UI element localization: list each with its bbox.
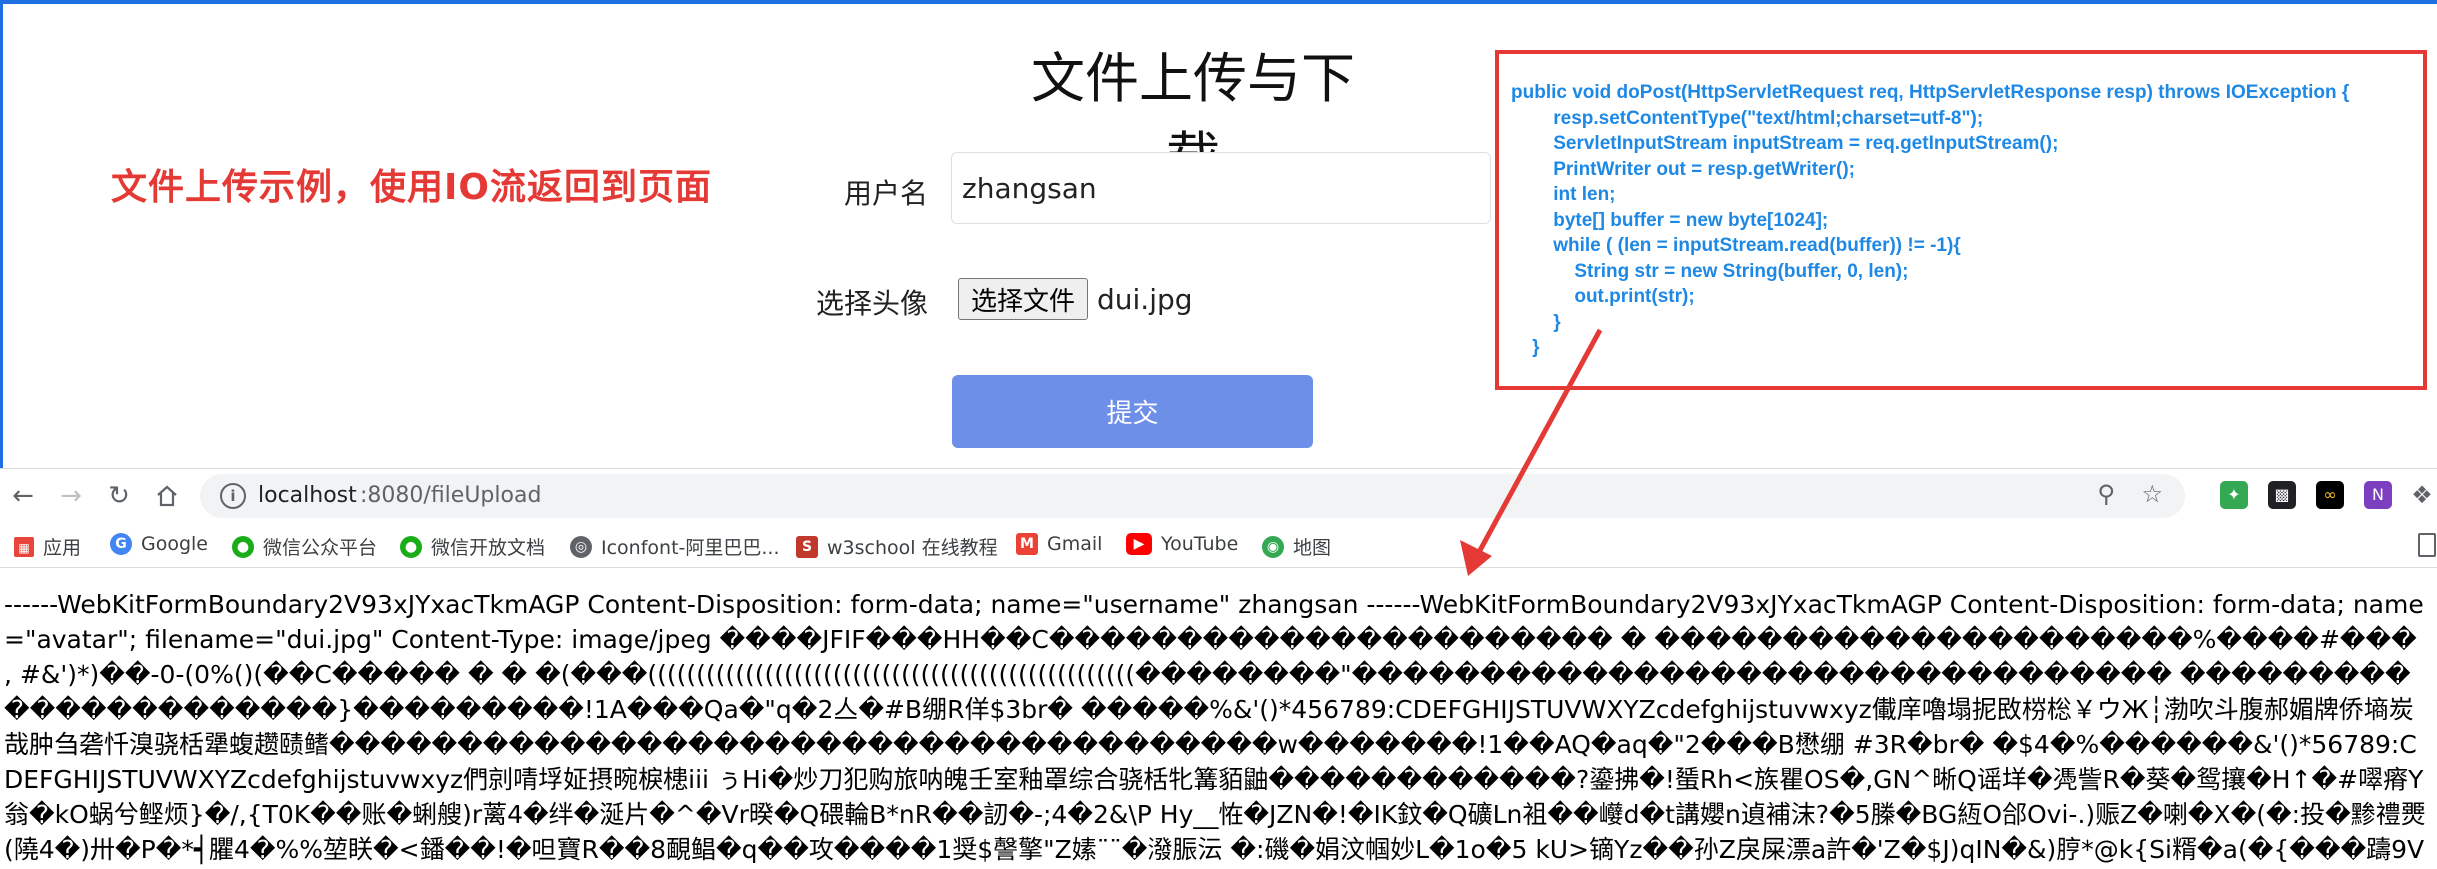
username-input[interactable] xyxy=(951,152,1491,224)
bookmark-wechat-mp[interactable]: ● 微信公众平台 xyxy=(232,533,377,560)
response-body-text: ------WebKitFormBoundary2V93xJYxacTkmAGP… xyxy=(4,590,2426,864)
apps-grid-icon: ▦ xyxy=(14,536,34,557)
bookmark-maps[interactable]: ◉ 地图 xyxy=(1262,533,1331,560)
annotation-note: 文件上传示例，使用IO流返回到页面 xyxy=(111,167,712,208)
bookmark-star-icon[interactable]: ☆ xyxy=(2141,480,2163,508)
home-icon[interactable] xyxy=(148,477,186,515)
choose-file-button[interactable]: 选择文件 xyxy=(958,278,1089,320)
bookmark-iconfont[interactable]: ◎ Iconfont-阿里巴巴... xyxy=(570,533,780,560)
wechat-icon: ● xyxy=(400,535,422,558)
globe-icon: ◎ xyxy=(570,535,592,558)
url-path: :8080/fileUpload xyxy=(360,483,542,508)
map-pin-icon: ◉ xyxy=(1262,535,1284,558)
code-snippet: public void doPost(HttpServletRequest re… xyxy=(1511,82,2350,358)
submit-button[interactable]: 提交 xyxy=(952,375,1313,448)
bookmark-youtube[interactable]: ▶ YouTube xyxy=(1126,533,1238,555)
extension-infinity-icon[interactable]: ∞ xyxy=(2316,481,2344,509)
address-bar[interactable]: i localhost :8080/fileUpload ⚲ ☆ xyxy=(200,474,2185,518)
bookmark-wechat-docs[interactable]: ● 微信开放文档 xyxy=(400,533,545,560)
extension-reader-icon[interactable]: ▩ xyxy=(2268,481,2296,509)
google-icon: G xyxy=(110,533,132,555)
youtube-icon: ▶ xyxy=(1126,533,1152,555)
wechat-icon: ● xyxy=(232,535,254,558)
reading-list-icon[interactable] xyxy=(2418,533,2436,557)
selected-file-name: dui.jpg xyxy=(1097,283,1193,316)
bookmark-apps[interactable]: ▦ 应用 xyxy=(14,533,81,560)
w3school-icon: S xyxy=(796,535,818,558)
bookmark-google[interactable]: G Google xyxy=(110,533,208,555)
gmail-icon: M xyxy=(1016,533,1038,555)
extensions-puzzle-icon[interactable]: ❖ xyxy=(2408,481,2436,509)
avatar-label: 选择头像 xyxy=(815,287,928,320)
bookmark-w3school[interactable]: S w3school 在线教程 xyxy=(796,533,998,560)
username-label: 用户名 xyxy=(843,177,928,210)
reload-icon[interactable]: ↻ xyxy=(100,477,138,515)
browser-toolbar: ← → ↻ i localhost :8080/fileUpload ⚲ ☆ ✦… xyxy=(0,468,2437,524)
extension-onenote-icon[interactable]: N xyxy=(2364,481,2392,509)
bookmarks-bar: ▦ 应用 G Google ● 微信公众平台 ● 微信开放文档 ◎ Iconfo… xyxy=(0,523,2437,568)
site-info-icon[interactable]: i xyxy=(220,483,246,509)
zoom-icon[interactable]: ⚲ xyxy=(2097,480,2115,508)
url-host: localhost xyxy=(258,483,357,508)
code-snippet-box: public void doPost(HttpServletRequest re… xyxy=(1495,50,2427,390)
bookmark-gmail[interactable]: M Gmail xyxy=(1016,533,1102,555)
forward-arrow-icon[interactable]: → xyxy=(52,477,90,515)
extension-leaf-icon[interactable]: ✦ xyxy=(2220,481,2248,509)
back-arrow-icon[interactable]: ← xyxy=(4,477,42,515)
